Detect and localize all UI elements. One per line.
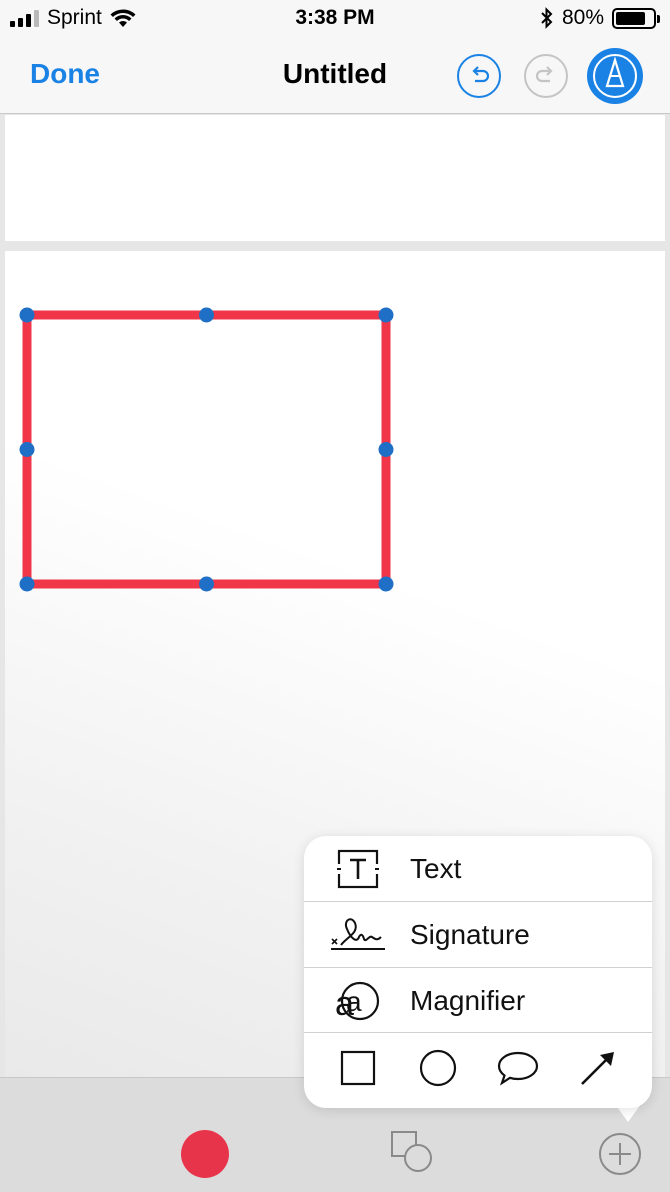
menu-item-label: Text [410, 852, 462, 884]
circle-shape-icon[interactable] [416, 1046, 460, 1090]
battery-percent: 80% [561, 6, 604, 29]
shapes-icon [391, 1131, 432, 1172]
menu-item-signature[interactable]: Signature [304, 902, 652, 967]
document-title: Untitled [282, 58, 388, 89]
arrow-shape-icon[interactable] [576, 1046, 620, 1090]
add-button[interactable] [596, 1130, 644, 1178]
battery-icon [612, 7, 660, 29]
svg-text:a: a [346, 986, 362, 1017]
undo-icon [472, 66, 490, 83]
shape-picker-row [304, 1032, 652, 1108]
menu-item-label: Signature [410, 918, 530, 950]
battery-fill [616, 11, 645, 25]
document-page-1[interactable] [5, 115, 665, 241]
markup-toggle-button[interactable] [587, 48, 643, 104]
nav-bar: Done Untitled [0, 38, 670, 114]
status-right: 80% [540, 6, 660, 30]
speech-bubble-shape-icon[interactable] [496, 1046, 540, 1090]
menu-item-text[interactable]: Text [304, 836, 652, 901]
signature-icon [328, 910, 388, 960]
status-bar: Sprint 3:38 PM 80% [0, 0, 670, 38]
square-shape-icon[interactable] [336, 1046, 380, 1090]
redo-icon [535, 66, 553, 83]
redo-button[interactable] [524, 54, 568, 98]
markup-pen-icon [593, 54, 637, 98]
text-box-icon [328, 844, 388, 894]
undo-button[interactable] [457, 54, 501, 98]
bluetooth-icon [541, 7, 553, 29]
magnifier-icon: a a [328, 976, 388, 1026]
add-popup-menu: Text Signature a a Magnifier [304, 836, 652, 1108]
add-icon [599, 1133, 641, 1175]
menu-item-label: Magnifier [410, 984, 526, 1016]
shapes-button[interactable] [388, 1128, 436, 1176]
menu-item-magnifier[interactable]: a a Magnifier [304, 968, 652, 1033]
color-picker-button[interactable] [181, 1130, 229, 1178]
done-button[interactable]: Done [30, 58, 100, 90]
